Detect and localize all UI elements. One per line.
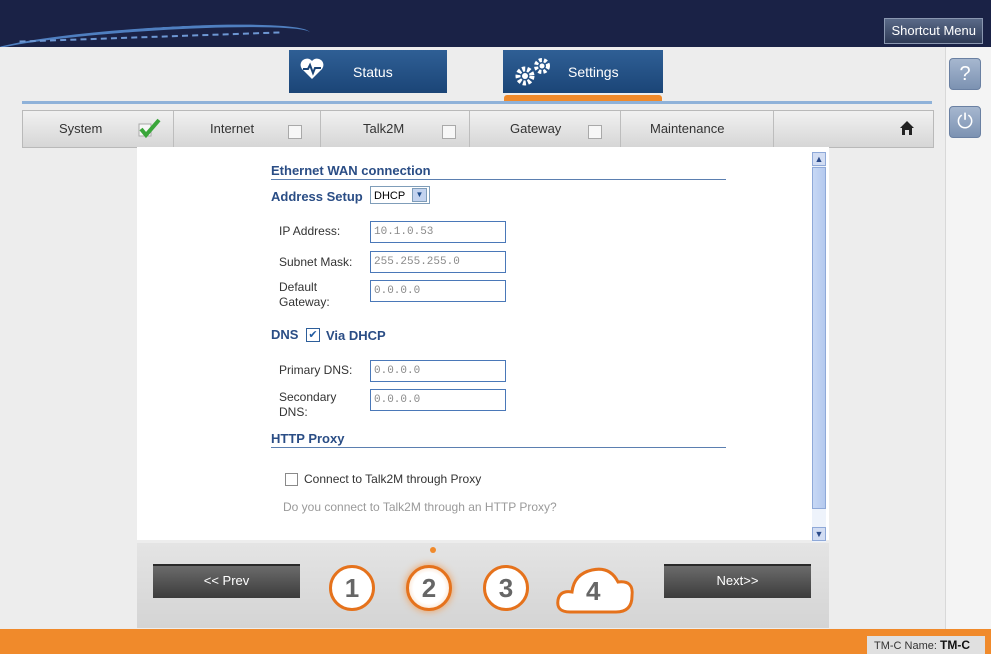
nav-item-system[interactable]: System	[59, 121, 102, 136]
via-dhcp-label: Via DHCP	[326, 328, 386, 343]
ip-address-label: IP Address:	[279, 224, 341, 238]
scrollbar-thumb[interactable]	[812, 167, 826, 509]
check-icon	[137, 117, 161, 142]
wizard-step-4[interactable]: 4	[552, 560, 638, 616]
help-glyph: ?	[959, 63, 971, 85]
current-step-marker	[430, 547, 436, 553]
ip-address-input[interactable]: 10.1.0.53	[370, 221, 506, 243]
secondary-dns-input[interactable]: 0.0.0.0	[370, 389, 506, 411]
prev-button[interactable]: << Prev	[153, 564, 300, 598]
secondary-dns-label-1: Secondary	[279, 390, 337, 404]
settings-content-panel	[137, 147, 829, 540]
top-header-bar: Shortcut Menu	[0, 0, 991, 47]
home-icon[interactable]	[899, 120, 915, 139]
scroll-up-arrow-icon[interactable]: ▲	[812, 152, 826, 166]
proxy-checkbox[interactable]	[285, 473, 298, 486]
tab-status-label: Status	[353, 64, 393, 80]
nav-separator	[469, 111, 470, 147]
primary-dns-input[interactable]: 0.0.0.0	[370, 360, 506, 382]
tab-settings-label: Settings	[568, 64, 619, 80]
power-icon[interactable]: ⏻	[949, 106, 981, 138]
tab-settings[interactable]: Settings	[503, 50, 663, 93]
wizard-step-2[interactable]: 2	[406, 565, 452, 611]
device-name-box: TM-C Name: TM-C	[867, 636, 985, 654]
nav-item-gateway[interactable]: Gateway	[510, 121, 561, 136]
proxy-hint-text: Do you connect to Talk2M through an HTTP…	[283, 500, 557, 514]
dns-label: DNS	[271, 327, 299, 342]
footer-bar	[0, 629, 991, 654]
gears-icon	[513, 57, 555, 93]
section-divider	[271, 447, 726, 448]
default-gateway-input[interactable]: 0.0.0.0	[370, 280, 506, 302]
section-title-http-proxy: HTTP Proxy	[271, 431, 345, 446]
nav-talk2m-checkbox	[442, 125, 456, 139]
nav-item-talk2m[interactable]: Talk2M	[363, 121, 404, 136]
help-icon[interactable]: ?	[949, 58, 981, 90]
nav-separator	[320, 111, 321, 147]
section-divider	[271, 179, 726, 180]
secondary-dns-label-2: DNS:	[279, 405, 308, 419]
wizard-step-3[interactable]: 3	[483, 565, 529, 611]
nav-separator	[773, 111, 774, 147]
nav-separator	[620, 111, 621, 147]
subnet-mask-label: Subnet Mask:	[279, 255, 353, 269]
scroll-down-arrow-icon[interactable]: ▼	[812, 527, 826, 541]
nav-internet-checkbox	[288, 125, 302, 139]
wizard-step-1[interactable]: 1	[329, 565, 375, 611]
via-dhcp-checkbox[interactable]: ✔	[306, 328, 320, 342]
wizard-nav-bar: System Internet Talk2M Gateway Maintenan…	[22, 110, 934, 148]
subnet-mask-input[interactable]: 255.255.255.0	[370, 251, 506, 273]
heart-pulse-icon	[299, 57, 325, 87]
proxy-checkbox-label[interactable]: Connect to Talk2M through Proxy	[304, 472, 481, 486]
shortcut-menu-button[interactable]: Shortcut Menu	[884, 18, 983, 44]
address-setup-label: Address Setup	[271, 189, 363, 204]
tab-underline	[22, 101, 932, 104]
wizard-step-4-label: 4	[586, 576, 601, 606]
chevron-down-icon[interactable]: ▼	[412, 188, 427, 202]
default-gateway-label-2: Gateway:	[279, 295, 330, 309]
device-name-value: TM-C	[940, 638, 971, 652]
section-title-ethernet: Ethernet WAN connection	[271, 163, 431, 178]
nav-gateway-checkbox	[588, 125, 602, 139]
tab-status[interactable]: Status	[289, 50, 447, 93]
next-button[interactable]: Next>>	[664, 564, 811, 598]
nav-item-maintenance[interactable]: Maintenance	[650, 121, 724, 136]
power-glyph: ⏻	[957, 111, 973, 133]
nav-item-internet[interactable]: Internet	[210, 121, 254, 136]
nav-separator	[173, 111, 174, 147]
device-name-label: TM-C Name:	[874, 640, 937, 652]
default-gateway-label-1: Default	[279, 280, 318, 294]
primary-dns-label: Primary DNS:	[279, 363, 353, 377]
